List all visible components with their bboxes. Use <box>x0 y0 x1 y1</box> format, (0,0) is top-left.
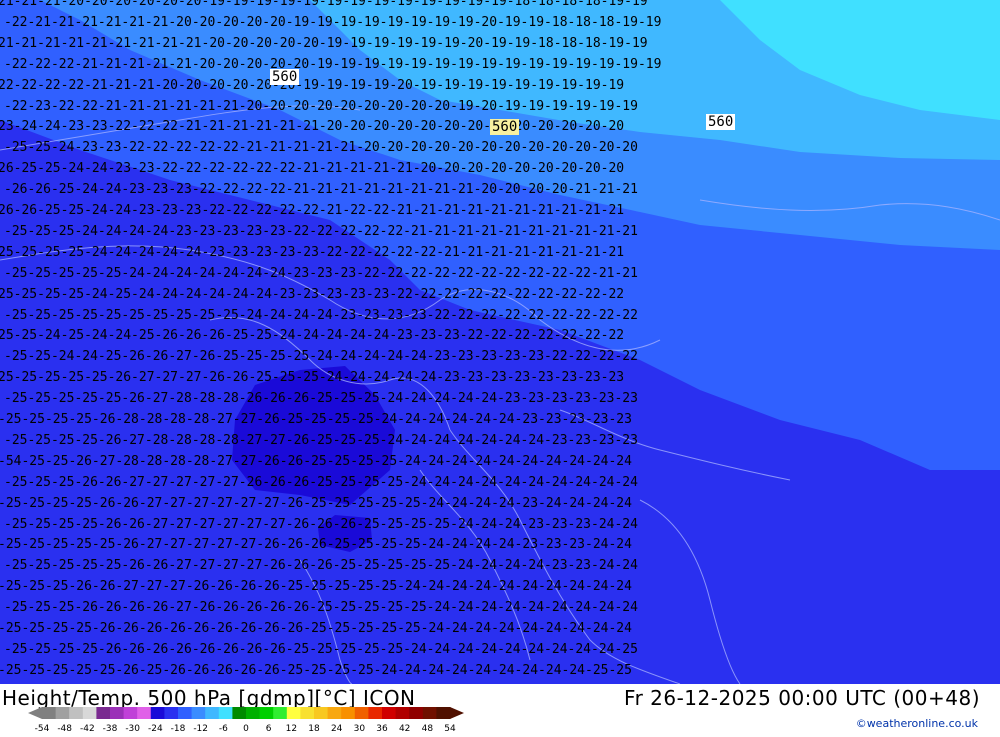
temperature-row: -25-25-25-25-26-26-27-27-27-27-27-27-26-… <box>4 516 638 532</box>
legend-tick-label: -24 <box>148 724 163 733</box>
legend-tick-label: -54 <box>35 724 50 733</box>
temperature-row: 25-25-25-25-24-25-24-24-24-24-24-24-23-2… <box>0 286 625 302</box>
legend-swatch <box>436 707 451 719</box>
temperature-row: 26-25-25-24-24-23-23-22-22-22-22-22-22-2… <box>0 161 625 177</box>
legend-arrow-right <box>450 707 464 719</box>
temperature-row: 21-21-21-21-21-21-21-21-21-20-20-20-20-2… <box>0 35 648 51</box>
legend-scale: -54 -48 -42 -38 -30 -24 -18 -12 -6 0 6 12 18 24 30 36 42… <box>28 707 464 734</box>
temperature-row: -25-25-25-25-26-26-27-27-27-27-27-27-26-… <box>0 495 632 511</box>
legend-swatch <box>382 707 397 719</box>
legend-swatch <box>300 707 315 719</box>
temperature-row: -25-25-25-25-25-26-25-26-26-26-26-26-25-… <box>0 662 632 678</box>
legend-swatch <box>395 707 410 719</box>
legend-swatch <box>314 707 329 719</box>
legend-swatch <box>191 707 206 719</box>
temperature-row: -25-25-25-25-26-27-28-28-28-28-27-27-26-… <box>4 432 638 448</box>
legend-tick-label: 24 <box>331 724 343 733</box>
temperature-row: -25-25-25-25-25-24-24-24-24-24-24-24-23-… <box>4 265 638 281</box>
legend-swatch <box>137 707 152 719</box>
temperature-row: -25-25-25-24-24-24-24-23-23-23-23-23-22-… <box>4 223 638 239</box>
temperature-row: 21-21-21-20-20-20-20-20-20-19-19-19-19-1… <box>0 0 648 9</box>
legend-tick-label: -42 <box>80 724 95 733</box>
legend-tick-label: -18 <box>171 724 186 733</box>
legend-swatch <box>178 707 193 719</box>
legend-swatch <box>42 707 57 719</box>
temperature-row: 23-24-24-23-23-22-22-22-21-21-21-21-21-2… <box>0 119 625 135</box>
temperature-row: 25-25-25-25-24-24-24-24-24-23-23-23-23-2… <box>0 244 625 260</box>
legend-swatch <box>232 707 247 719</box>
legend-arrow-left <box>28 707 42 719</box>
height-label-560: 560 <box>706 114 736 130</box>
legend-swatch <box>164 707 179 719</box>
legend-swatch <box>96 707 111 719</box>
legend-tick-label: -12 <box>193 724 208 733</box>
legend-tick-label: 30 <box>354 724 366 733</box>
valid-time: Fr 26-12-2025 00:00 UTC (00+48) <box>624 686 980 710</box>
legend-swatch <box>368 707 383 719</box>
temperature-row: 25-25-25-25-25-26-27-27-27-26-26-25-25-2… <box>0 370 625 386</box>
temperature-row: -54-25-25-26-27-28-28-28-28-27-27-26-26-… <box>0 453 632 469</box>
legend-swatch <box>422 707 437 719</box>
temperature-row: -25-25-25-25-25-26-26-27-27-27-27-26-26-… <box>4 558 638 574</box>
credit-link[interactable]: ©weatheronline.co.uk <box>856 717 978 730</box>
legend-tick-label: 36 <box>376 724 388 733</box>
height-label-560: 560 <box>270 69 300 85</box>
color-legend: -54 -48 -42 -38 -30 -24 -18 -12 -6 0 6 12 18 24 30 36 42… <box>28 706 464 734</box>
legend-swatch <box>218 707 233 719</box>
legend-swatch <box>55 707 70 719</box>
legend-swatch <box>246 707 261 719</box>
temperature-row: -25-25-25-26-26-26-26-27-26-26-26-26-26-… <box>4 600 638 616</box>
legend-tick-label: -6 <box>219 724 228 733</box>
legend-tick-label: 0 <box>243 724 249 733</box>
legend-tick-label: 54 <box>444 724 456 733</box>
legend-swatch <box>150 707 165 719</box>
height-label-560: 560 <box>490 119 520 135</box>
legend-swatch <box>110 707 125 719</box>
temperature-row: -25-25-25-25-26-28-28-28-28-27-27-26-25-… <box>0 412 632 427</box>
temperature-row: -26-26-25-24-24-23-23-23-22-22-22-22-21-… <box>4 182 638 198</box>
legend-swatch <box>341 707 356 719</box>
legend-swatch <box>259 707 274 719</box>
temperature-row: -25-25-24-23-23-22-22-22-22-22-21-21-21-… <box>4 140 638 156</box>
legend-tick-label: 42 <box>399 724 410 733</box>
temperature-row: -22-21-21-21-21-21-21-20-20-20-20-20-19-… <box>4 14 662 30</box>
legend-tick-label: 48 <box>422 724 434 733</box>
temperature-row: -25-25-25-25-26-26-26-26-26-26-26-26-26-… <box>0 621 632 636</box>
temperature-row: -25-25-24-24-25-26-26-27-26-25-25-25-25-… <box>4 349 638 365</box>
temperature-row: -25-25-25-25-26-26-26-26-26-26-26-26-25-… <box>4 641 638 657</box>
legend-tick-label: 18 <box>308 724 320 733</box>
temperature-row: -22-23-22-22-21-21-21-21-21-21-20-20-20-… <box>4 98 638 114</box>
legend-swatch <box>123 707 138 719</box>
temperature-row: -22-22-22-21-21-21-21-21-20-20-20-20-20-… <box>4 56 662 72</box>
legend-tick-label: -48 <box>57 724 72 733</box>
legend-swatch <box>273 707 288 719</box>
legend-swatch <box>82 707 97 719</box>
legend-swatch <box>69 707 84 719</box>
temperature-row: -25-25-25-25-25-25-25-25-25-25-24-24-24-… <box>4 307 638 323</box>
temperature-row: 26-26-25-25-24-24-23-23-23-22-22-22-22-2… <box>0 203 625 218</box>
legend-tick-label: 6 <box>266 724 272 733</box>
legend-swatch <box>286 707 301 719</box>
temperature-row: 22-22-22-22-21-21-21-20-20-20-20-20-20-1… <box>0 77 625 93</box>
temperature-row: -25-25-25-26-26-27-27-27-26-26-26-26-25-… <box>0 579 632 595</box>
legend-swatch <box>205 707 220 719</box>
legend-tick-label: 12 <box>286 724 297 733</box>
temperature-row: 25-25-24-25-24-24-25-26-26-26-25-25-24-2… <box>0 328 625 344</box>
temperature-row: -25-25-25-26-26-27-27-27-27-27-26-26-26-… <box>4 474 638 490</box>
legend-tick-label: -38 <box>103 724 118 733</box>
legend-swatch <box>409 707 424 719</box>
legend-swatch <box>354 707 369 719</box>
temperature-row: -25-25-25-25-25-26-27-27-27-27-27-26-26-… <box>0 537 632 553</box>
weather-map: 21-21-21-20-20-20-20-20-20-19-19-19-19-1… <box>0 0 1000 684</box>
legend-tick-label: -30 <box>125 724 140 733</box>
legend-swatch <box>327 707 342 719</box>
temperature-row: -25-25-25-25-25-26-27-28-28-28-26-26-26-… <box>4 391 638 407</box>
